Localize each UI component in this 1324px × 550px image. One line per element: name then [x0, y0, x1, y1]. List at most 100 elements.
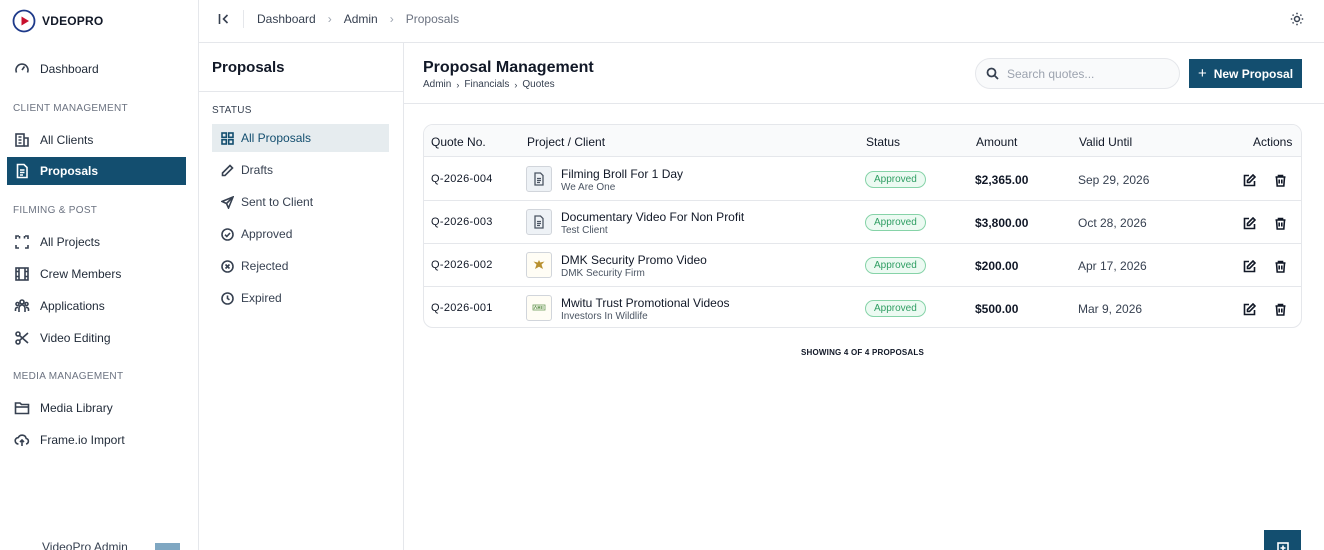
scissors-icon [13, 329, 31, 347]
sidebar-item-label: Applications [40, 299, 105, 313]
sub-breadcrumb-quotes: Quotes [522, 79, 555, 90]
divider [404, 103, 1324, 104]
column-header-amount[interactable]: Amount [976, 135, 1017, 149]
sidebar-item-all-clients[interactable]: All Clients [7, 126, 186, 154]
filter-label: Expired [241, 291, 282, 305]
status-badge: Approved [865, 300, 926, 317]
status-badge: Approved [865, 257, 926, 274]
table-row[interactable]: Q-2026-004 Filming Broll For 1 Day We Ar… [424, 158, 1301, 201]
folder-icon [13, 399, 31, 417]
sun-icon[interactable] [1288, 10, 1306, 28]
filter-expired[interactable]: Expired [212, 284, 389, 312]
trash-icon[interactable] [1272, 215, 1288, 231]
table-row[interactable]: Q-2026-003 Documentary Video For Non Pro… [424, 201, 1301, 244]
filter-sent-to-client[interactable]: Sent to Client [212, 188, 389, 216]
film-icon [13, 265, 31, 283]
brand[interactable]: VDEOPRO [12, 9, 103, 33]
filter-label: Drafts [241, 163, 274, 177]
quote-number: Q-2026-001 [431, 302, 493, 314]
user-profile[interactable]: VideoPro Admin [14, 540, 184, 550]
sidebar-item-label: All Projects [40, 235, 101, 249]
divider [199, 91, 403, 92]
project-name[interactable]: Filming Broll For 1 Day [561, 167, 683, 181]
table-row[interactable]: Q-2026-001 Mwitu Trust Promotional Video… [424, 287, 1301, 327]
trash-icon[interactable] [1272, 172, 1288, 188]
sub-breadcrumb-admin[interactable]: Admin [423, 79, 451, 90]
filter-label: Rejected [241, 259, 289, 273]
column-header-valid-until[interactable]: Valid Until [1079, 135, 1132, 149]
sidebar-item-label: Video Editing [40, 331, 111, 345]
column-header-status[interactable]: Status [866, 135, 900, 149]
pencil-icon [220, 163, 234, 177]
clock-icon [220, 291, 234, 305]
search-input[interactable] [1007, 66, 1167, 81]
sidebar-item-proposals[interactable]: Proposals [7, 157, 186, 185]
cloud-upload-icon [13, 431, 31, 449]
status-badge: Approved [865, 171, 926, 188]
breadcrumb-dashboard[interactable]: Dashboard [257, 12, 316, 26]
client-name: We Are One [561, 182, 616, 193]
building-icon [13, 131, 31, 149]
quote-number: Q-2026-004 [431, 173, 493, 185]
sub-breadcrumb-financials[interactable]: Financials [464, 79, 509, 90]
new-proposal-label: New Proposal [1213, 66, 1294, 81]
edit-icon[interactable] [1241, 258, 1257, 274]
column-header-quote[interactable]: Quote No. [431, 135, 486, 149]
eagle-logo [526, 252, 552, 278]
edit-icon[interactable] [1241, 301, 1257, 317]
grid-icon [220, 131, 234, 145]
divider [243, 10, 244, 28]
chevron-right-icon: › [456, 79, 460, 90]
filter-rejected[interactable]: Rejected [212, 252, 389, 280]
avatar [155, 543, 180, 550]
user-name: VideoPro Admin [42, 540, 128, 550]
new-proposal-button[interactable]: + New Proposal [1189, 59, 1302, 88]
trash-icon[interactable] [1272, 258, 1288, 274]
edit-icon[interactable] [1241, 172, 1257, 188]
table-header: Quote No. Project / Client Status Amount… [424, 125, 1301, 157]
collapse-sidebar-icon[interactable] [215, 10, 233, 28]
filter-approved[interactable]: Approved [212, 220, 389, 248]
sidebar-item-video-editing[interactable]: Video Editing [7, 324, 186, 352]
column-header-project[interactable]: Project / Client [527, 135, 605, 149]
plus-square-icon [1276, 542, 1289, 550]
breadcrumb-admin[interactable]: Admin [344, 12, 378, 26]
ambi-logo [526, 295, 552, 321]
sidebar-item-applications[interactable]: Applications [7, 292, 186, 320]
sidebar-section-filming: FILMING & POST [13, 205, 98, 216]
amount: $2,365.00 [975, 173, 1029, 187]
search-icon [986, 67, 999, 80]
sidebar-item-label: All Clients [40, 133, 94, 147]
trash-icon[interactable] [1272, 301, 1288, 317]
chevron-right-icon: › [389, 12, 394, 26]
client-name: Investors In Wildlife [561, 311, 648, 322]
filter-label: Sent to Client [241, 195, 314, 209]
filter-all-proposals[interactable]: All Proposals [212, 124, 389, 152]
project-name[interactable]: Mwitu Trust Promotional Videos [561, 296, 730, 310]
sidebar-item-media-library[interactable]: Media Library [7, 394, 186, 422]
filter-drafts[interactable]: Drafts [212, 156, 389, 184]
send-icon [220, 195, 234, 209]
table-row[interactable]: Q-2026-002 DMK Security Promo Video DMK … [424, 244, 1301, 287]
sidebar-item-crew-members[interactable]: Crew Members [7, 260, 186, 288]
proposals-table: Quote No. Project / Client Status Amount… [423, 124, 1302, 328]
sub-breadcrumb: Admin › Financials › Quotes [423, 79, 555, 90]
status-filter-label: STATUS [212, 105, 252, 116]
document-icon [13, 162, 31, 180]
search-box[interactable] [975, 58, 1180, 89]
sidebar-item-frameio-import[interactable]: Frame.io Import [7, 426, 186, 454]
amount: $500.00 [975, 302, 1019, 316]
floating-action-button[interactable] [1264, 530, 1301, 550]
project-name[interactable]: DMK Security Promo Video [561, 253, 707, 267]
edit-icon[interactable] [1241, 215, 1257, 231]
sidebar-section-media: MEDIA MANAGEMENT [13, 371, 124, 382]
breadcrumb: Dashboard › Admin › Proposals [257, 12, 459, 26]
sidebar-item-dashboard[interactable]: Dashboard [7, 55, 186, 83]
project-name[interactable]: Documentary Video For Non Profit [561, 210, 744, 224]
sidebar-item-label: Crew Members [40, 267, 122, 281]
filter-label: All Proposals [241, 131, 312, 145]
brand-logo-icon [12, 9, 36, 33]
sidebar-item-all-projects[interactable]: All Projects [7, 228, 186, 256]
sidebar-section-client: CLIENT MANAGEMENT [13, 103, 128, 114]
filter-label: Approved [241, 227, 293, 241]
